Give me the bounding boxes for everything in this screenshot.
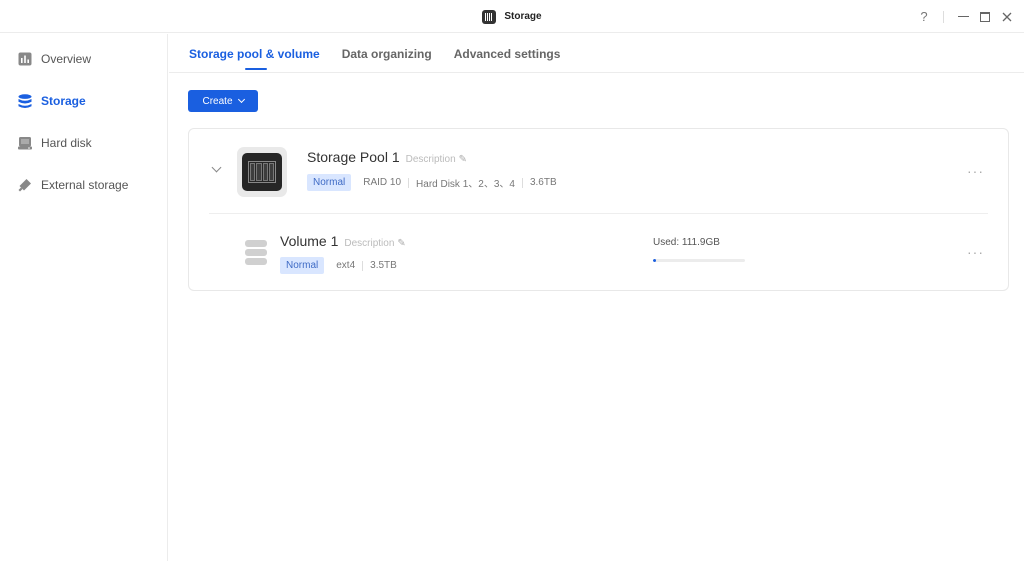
storage-app-icon (482, 9, 497, 24)
minimize-icon (957, 15, 969, 18)
sidebar-item-label: Storage (41, 94, 86, 108)
help-icon: ? (920, 9, 928, 24)
sidebar-item-storage[interactable]: Storage (0, 80, 167, 122)
pool-description[interactable]: Description (406, 154, 456, 165)
window-title-text: Storage (504, 11, 542, 22)
volume-name-row: Volume 1 Description ✎ (280, 233, 406, 249)
window-controls-divider (943, 10, 944, 23)
tab-bar: Storage pool & volume Data organizing Ad… (169, 34, 1024, 73)
sidebar-item-overview[interactable]: Overview (0, 38, 167, 80)
volume-filesystem: ext4 (336, 260, 356, 271)
status-badge: Normal (280, 257, 325, 274)
pool-size: 3.6TB (529, 177, 557, 188)
meta-divider (408, 177, 410, 188)
sidebar-item-external-storage[interactable]: External storage (0, 164, 167, 206)
chart-icon (17, 52, 32, 67)
maximize-button[interactable] (974, 6, 996, 28)
status-badge: Normal (307, 174, 352, 191)
minimize-button[interactable] (952, 6, 974, 28)
storage-pool-card: Storage Pool 1 Description ✎ Normal RAID 1… (188, 128, 1009, 291)
pool-name-row: Storage Pool 1 Description ✎ (307, 149, 467, 165)
hard-disk-icon (17, 136, 32, 151)
volume-icon (244, 240, 268, 266)
create-button-label: Create (202, 95, 233, 107)
close-button[interactable] (996, 6, 1018, 28)
edit-pencil-icon[interactable]: ✎ (397, 238, 405, 249)
volume-description[interactable]: Description (344, 238, 394, 249)
window-controls: ? (913, 0, 1018, 33)
close-icon (1002, 12, 1012, 21)
volume-meta: Normal ext4 3.5TB (280, 257, 397, 274)
pool-more-icon[interactable]: ··· (967, 163, 984, 179)
create-button[interactable]: Create (188, 90, 258, 112)
chevron-down-icon (237, 95, 245, 104)
window-title: Storage (0, 0, 1024, 33)
sidebar-item-label: External storage (41, 178, 129, 192)
nas-device-icon (237, 147, 287, 197)
title-bar: Storage ? (0, 0, 1024, 33)
maximize-icon (980, 11, 990, 22)
sidebar: Overview Storage Hard disk External stor… (0, 34, 168, 561)
usb-drive-icon (17, 178, 32, 193)
database-icon (17, 93, 32, 109)
used-space-progress-fill (653, 259, 656, 262)
sidebar-item-label: Overview (41, 52, 92, 66)
edit-pencil-icon[interactable]: ✎ (459, 154, 467, 165)
volume-size: 3.5TB (370, 260, 397, 271)
card-divider (209, 213, 988, 214)
pool-raid: RAID 10 (363, 177, 402, 188)
volume-more-icon[interactable]: ··· (967, 244, 984, 260)
sidebar-item-hard-disk[interactable]: Hard disk (0, 122, 167, 164)
meta-divider (521, 177, 523, 188)
volume-name: Volume 1 (280, 233, 339, 249)
help-button[interactable]: ? (913, 6, 935, 28)
sidebar-item-label: Hard disk (41, 136, 92, 150)
tab-advanced-settings[interactable]: Advanced settings (454, 34, 572, 73)
pool-name: Storage Pool 1 (307, 149, 400, 165)
tab-data-organizing[interactable]: Data organizing (342, 34, 443, 73)
tab-storage-pool-volume[interactable]: Storage pool & volume (189, 34, 331, 73)
collapse-chevron-icon[interactable] (211, 162, 222, 173)
pool-meta: Normal RAID 10 Hard Disk 1、2、3、4 3.6TB (307, 174, 557, 191)
meta-divider (362, 260, 364, 271)
pool-disks: Hard Disk 1、2、3、4 (416, 179, 515, 190)
used-space-label: Used: 111.9GB (653, 237, 720, 248)
used-space-progress (653, 259, 745, 262)
